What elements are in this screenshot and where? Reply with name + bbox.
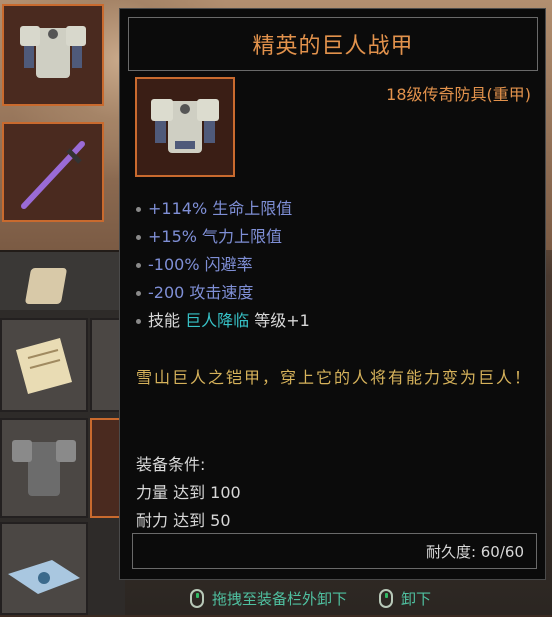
sword-icon <box>21 141 85 209</box>
hint-unequip: 卸下 <box>379 588 431 609</box>
inventory-tab-icon[interactable] <box>24 268 68 304</box>
stat-line: -200 攻击速度 <box>136 279 310 307</box>
equip-slot-armor[interactable] <box>2 4 104 106</box>
armor-icon <box>151 99 219 153</box>
control-hints: 拖拽至装备栏外卸下 卸下 <box>190 588 431 609</box>
armor-icon <box>20 26 86 78</box>
requirements: 装备条件: 力量 达到 100 耐力 达到 50 <box>136 451 241 535</box>
hint-drag: 拖拽至装备栏外卸下 <box>190 588 347 609</box>
inventory-slot-armor[interactable] <box>0 418 88 518</box>
item-tooltip: 精英的巨人战甲 18级传奇防具(重甲) +114% 生命上限值 +15% 气力上… <box>119 8 546 580</box>
item-description: 雪山巨人之铠甲，穿上它的人将有能力变为巨人！ <box>136 368 533 387</box>
stats-list: +114% 生命上限值 +15% 气力上限值 -100% 闪避率 -200 攻击… <box>136 195 310 335</box>
inventory-slot-map[interactable] <box>0 522 88 615</box>
item-title-bar: 精英的巨人战甲 <box>128 17 538 71</box>
skill-name[interactable]: 巨人降临 <box>185 311 249 330</box>
requirement-item: 耐力 达到 50 <box>136 511 231 530</box>
map-icon <box>8 560 80 594</box>
stat-line: -100% 闪避率 <box>136 251 310 279</box>
durability-text: 耐久度: 60/60 <box>425 542 524 561</box>
item-icon-frame <box>135 77 235 177</box>
requirement-item: 力量 达到 100 <box>136 483 241 502</box>
equip-slot-weapon[interactable] <box>2 122 104 222</box>
mouse-left-icon <box>190 589 204 608</box>
stat-line: +15% 气力上限值 <box>136 223 310 251</box>
requirements-title: 装备条件: <box>136 455 206 474</box>
mouse-right-icon <box>379 589 394 608</box>
durability-box: 耐久度: 60/60 <box>132 533 537 569</box>
scroll-icon <box>16 338 72 394</box>
stat-line: +114% 生命上限值 <box>136 195 310 223</box>
item-name: 精英的巨人战甲 <box>252 34 414 59</box>
item-level-type: 18级传奇防具(重甲) <box>386 85 531 104</box>
armor-icon <box>12 440 76 496</box>
skill-line: 技能 巨人降临 等级+1 <box>136 307 310 335</box>
inventory-slot-scroll[interactable] <box>0 318 88 412</box>
